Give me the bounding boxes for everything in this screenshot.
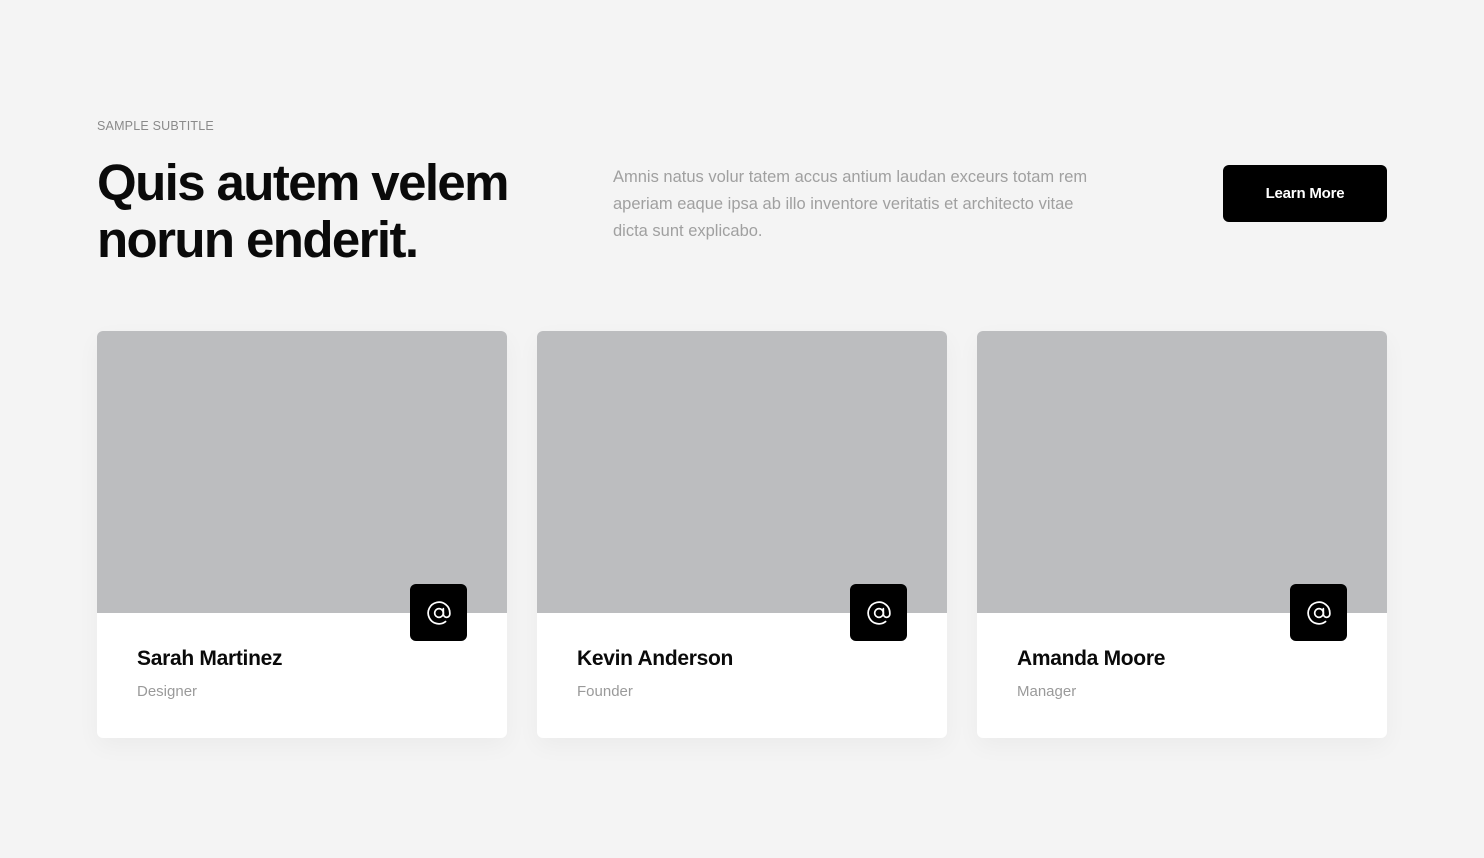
team-member-role: Designer <box>137 683 198 700</box>
section-headline: Quis autem velem norun enderit. <box>97 154 510 268</box>
learn-more-button[interactable]: Learn More <box>1223 165 1387 222</box>
section-subtitle: SAMPLE SUBTITLE <box>97 119 214 133</box>
at-sign-icon <box>866 600 892 626</box>
team-member-name: Kevin Anderson <box>577 647 734 670</box>
team-cards: Sarah Martinez Designer Kevin Anderson F… <box>97 331 1387 738</box>
team-card: Kevin Anderson Founder <box>537 331 947 738</box>
at-sign-icon <box>1306 600 1332 626</box>
team-card: Amanda Moore Manager <box>977 331 1387 738</box>
team-member-name: Amanda Moore <box>1017 647 1166 670</box>
team-section: SAMPLE SUBTITLE Quis autem velem norun e… <box>97 0 1387 858</box>
team-member-photo <box>537 331 947 613</box>
contact-button[interactable] <box>1290 584 1347 641</box>
at-sign-icon <box>426 600 452 626</box>
contact-button[interactable] <box>410 584 467 641</box>
team-card: Sarah Martinez Designer <box>97 331 507 738</box>
team-member-photo <box>977 331 1387 613</box>
team-member-name: Sarah Martinez <box>137 647 283 670</box>
contact-button[interactable] <box>850 584 907 641</box>
team-member-photo <box>97 331 507 613</box>
team-member-role: Manager <box>1017 683 1077 700</box>
section-description: Amnis natus volur tatem accus antium lau… <box>613 168 1088 240</box>
team-member-role: Founder <box>577 683 633 700</box>
